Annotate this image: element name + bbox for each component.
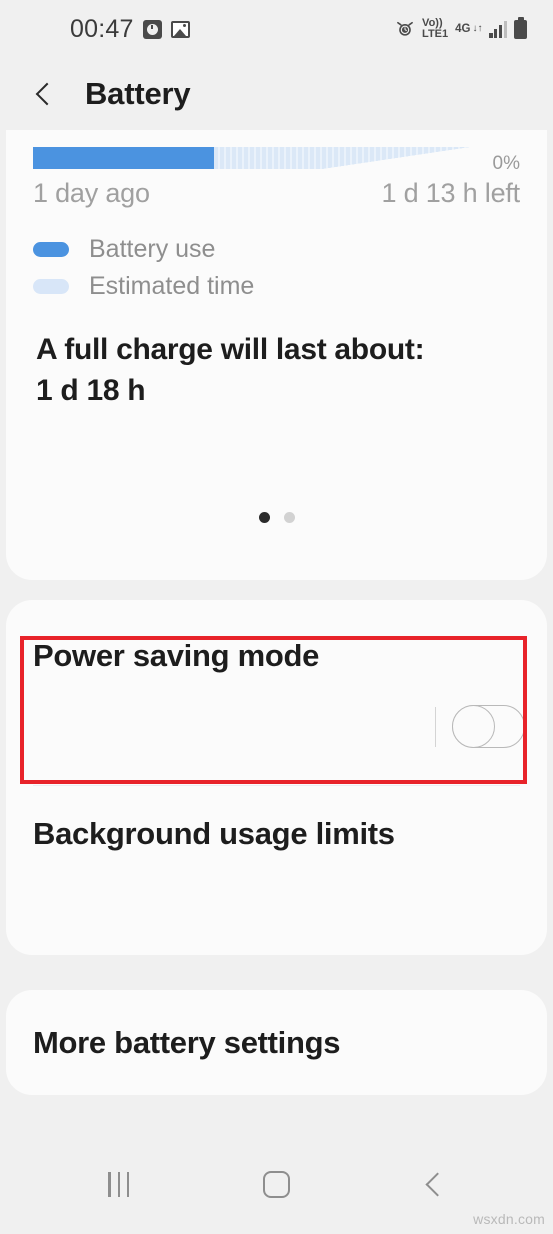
status-bar: 00:47 Vo)) LTE1 4G ↓↑ bbox=[0, 0, 553, 58]
status-bar-left: 00:47 bbox=[70, 15, 190, 44]
battery-legend: Battery use Estimated time bbox=[33, 231, 254, 305]
page-title: Battery bbox=[85, 76, 191, 111]
full-charge-heading: A full charge will last about: bbox=[36, 333, 425, 366]
legend-item-battery-use: Battery use bbox=[33, 231, 254, 268]
row-vertical-divider bbox=[435, 706, 436, 747]
page-dot-inactive[interactable] bbox=[283, 512, 295, 523]
legend-label: Battery use bbox=[89, 235, 216, 263]
legend-swatch-icon bbox=[33, 242, 69, 257]
graph-start-label: 1 day ago bbox=[33, 178, 150, 208]
list-item-background-usage-limits[interactable]: Background usage limits bbox=[6, 786, 547, 955]
legend-label: Estimated time bbox=[89, 272, 255, 300]
home-icon bbox=[262, 1170, 290, 1198]
full-charge-value: 1 d 18 h bbox=[36, 373, 146, 407]
signal-bars-icon bbox=[489, 20, 507, 38]
battery-icon bbox=[514, 16, 527, 39]
legend-swatch-icon bbox=[33, 279, 69, 294]
home-button[interactable] bbox=[231, 1154, 321, 1214]
network-4g-icon: 4G ↓↑ bbox=[455, 23, 482, 35]
page-indicator[interactable] bbox=[6, 512, 547, 523]
recents-button[interactable] bbox=[74, 1154, 164, 1214]
recents-icon bbox=[108, 1171, 130, 1197]
estimated-time-taper bbox=[323, 147, 471, 169]
battery-graph: 0% bbox=[33, 144, 520, 174]
watermark: wsxdn.com bbox=[473, 1211, 545, 1227]
back-button[interactable] bbox=[389, 1154, 479, 1214]
status-bar-right: Vo)) LTE1 4G ↓↑ bbox=[395, 16, 527, 40]
list-item-more-battery-settings[interactable]: More battery settings bbox=[6, 990, 547, 1095]
photo-icon bbox=[170, 20, 190, 38]
battery-summary-card: 0% 1 day ago 1 d 13 h left Battery use E… bbox=[6, 130, 547, 580]
battery-graph-labels: 1 day ago 1 d 13 h left bbox=[33, 178, 520, 209]
list-item-power-saving-mode[interactable]: Power saving mode bbox=[6, 600, 547, 785]
power-saving-mode-toggle[interactable] bbox=[452, 705, 525, 748]
full-charge-info: A full charge will last about: 1 d 18 h bbox=[36, 330, 506, 412]
background-usage-limits-label: Background usage limits bbox=[33, 816, 395, 851]
page-dot-active[interactable] bbox=[258, 512, 270, 523]
power-saving-toggle-area bbox=[435, 705, 525, 748]
back-icon bbox=[421, 1171, 447, 1197]
phone-screen: 00:47 Vo)) LTE1 4G ↓↑ Battery 0% 1 day a… bbox=[0, 0, 553, 1234]
battery-settings-card: Power saving mode Background usage limit… bbox=[6, 600, 547, 955]
volte-bottom-text: LTE1 bbox=[422, 28, 449, 40]
more-battery-settings-label: More battery settings bbox=[33, 1024, 341, 1060]
toggle-knob bbox=[452, 705, 495, 748]
alarm-icon bbox=[395, 19, 415, 39]
battery-use-bar bbox=[33, 147, 214, 169]
power-saving-mode-label: Power saving mode bbox=[33, 638, 320, 673]
network-arrows-text: ↓↑ bbox=[472, 23, 483, 34]
back-chevron-icon[interactable] bbox=[30, 80, 58, 108]
clock-square-icon bbox=[142, 19, 162, 39]
volte-icon: Vo)) LTE1 bbox=[422, 18, 448, 40]
navigation-bar bbox=[0, 1134, 553, 1234]
network-type-text: 4G bbox=[455, 23, 471, 35]
app-bar: Battery bbox=[0, 58, 553, 130]
graph-end-label: 1 d 13 h left bbox=[381, 178, 520, 208]
legend-item-estimated-time: Estimated time bbox=[33, 268, 254, 305]
status-bar-clock: 00:47 bbox=[70, 14, 134, 43]
battery-percent-label: 0% bbox=[492, 153, 520, 174]
